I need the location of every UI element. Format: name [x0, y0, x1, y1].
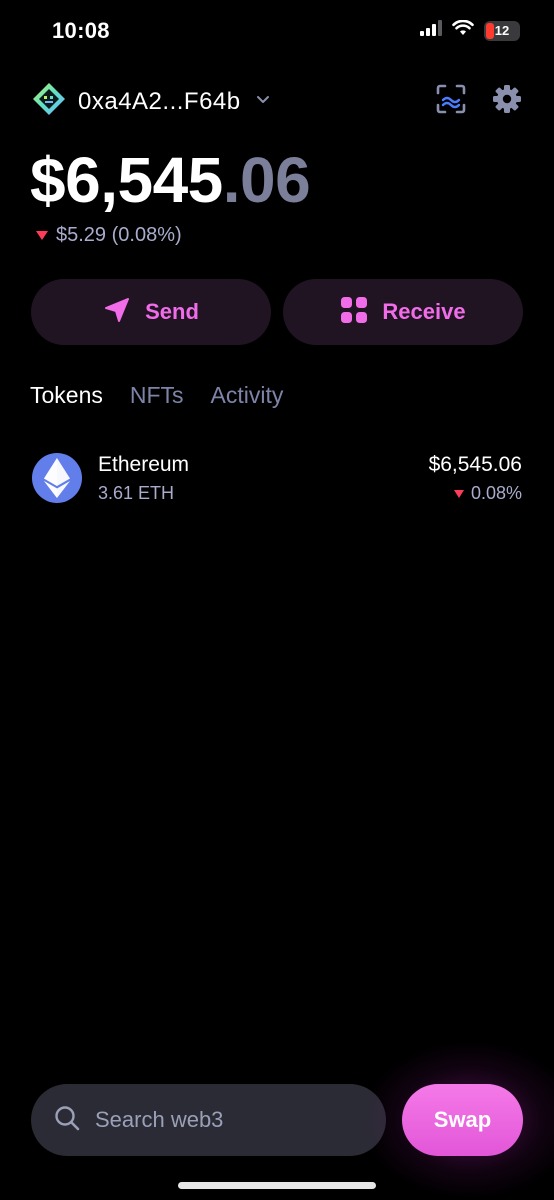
asset-tabs: Tokens NFTs Activity: [30, 382, 283, 409]
token-change: 0.08%: [453, 483, 522, 504]
swap-button[interactable]: Swap: [402, 1084, 523, 1156]
balance-whole: $6,545: [30, 144, 223, 216]
scan-icon: [435, 83, 467, 120]
down-triangle-icon: [36, 231, 48, 240]
token-value: $6,545.06: [428, 453, 522, 476]
grid-icon: [340, 296, 368, 329]
balance-change-text: $5.29 (0.08%): [56, 224, 182, 246]
scan-button[interactable]: [434, 84, 468, 118]
send-button[interactable]: Send: [31, 279, 271, 345]
chevron-down-icon: [251, 91, 271, 112]
status-icons: 12: [420, 19, 520, 41]
battery-level: 12: [494, 23, 510, 38]
portfolio-balance: $6,545.06: [30, 140, 311, 220]
send-icon: [103, 296, 131, 329]
tab-activity[interactable]: Activity: [211, 382, 284, 409]
action-buttons: Send Receive: [31, 279, 523, 345]
ethereum-icon: [32, 453, 82, 503]
battery-icon: 12: [484, 20, 520, 41]
wifi-icon: [452, 19, 474, 41]
search-placeholder: Search web3: [95, 1107, 224, 1132]
down-triangle-icon: [453, 489, 464, 498]
token-name: Ethereum: [98, 453, 190, 476]
header: 0xa4A2...F64b: [30, 80, 524, 122]
tab-nfts[interactable]: NFTs: [130, 382, 184, 409]
status-time: 10:08: [52, 18, 110, 43]
balance-change: $5.29 (0.08%): [36, 224, 182, 247]
home-indicator: [178, 1182, 376, 1189]
send-label: Send: [145, 299, 199, 324]
settings-button[interactable]: [490, 84, 524, 118]
wallet-address: 0xa4A2...F64b: [78, 87, 241, 115]
wallet-selector[interactable]: 0xa4A2...F64b: [30, 80, 271, 123]
balance-cents: .06: [222, 144, 311, 216]
tab-tokens[interactable]: Tokens: [30, 382, 103, 409]
token-change-text: 0.08%: [470, 483, 522, 503]
token-amount: 3.61 ETH: [98, 483, 175, 503]
gear-icon: [491, 83, 523, 120]
receive-button[interactable]: Receive: [283, 279, 523, 345]
search-input[interactable]: Search web3: [31, 1084, 386, 1156]
swap-label: Swap: [433, 1107, 492, 1132]
receive-label: Receive: [382, 299, 466, 324]
search-icon: [53, 1104, 81, 1137]
wallet-icon: [30, 80, 68, 123]
token-row[interactable]: Ethereum 3.61 ETH $6,545.06 0.08%: [30, 449, 522, 509]
cellular-signal-icon: [420, 20, 442, 41]
header-actions: [434, 84, 524, 118]
status-bar: 10:08 12: [0, 0, 554, 62]
